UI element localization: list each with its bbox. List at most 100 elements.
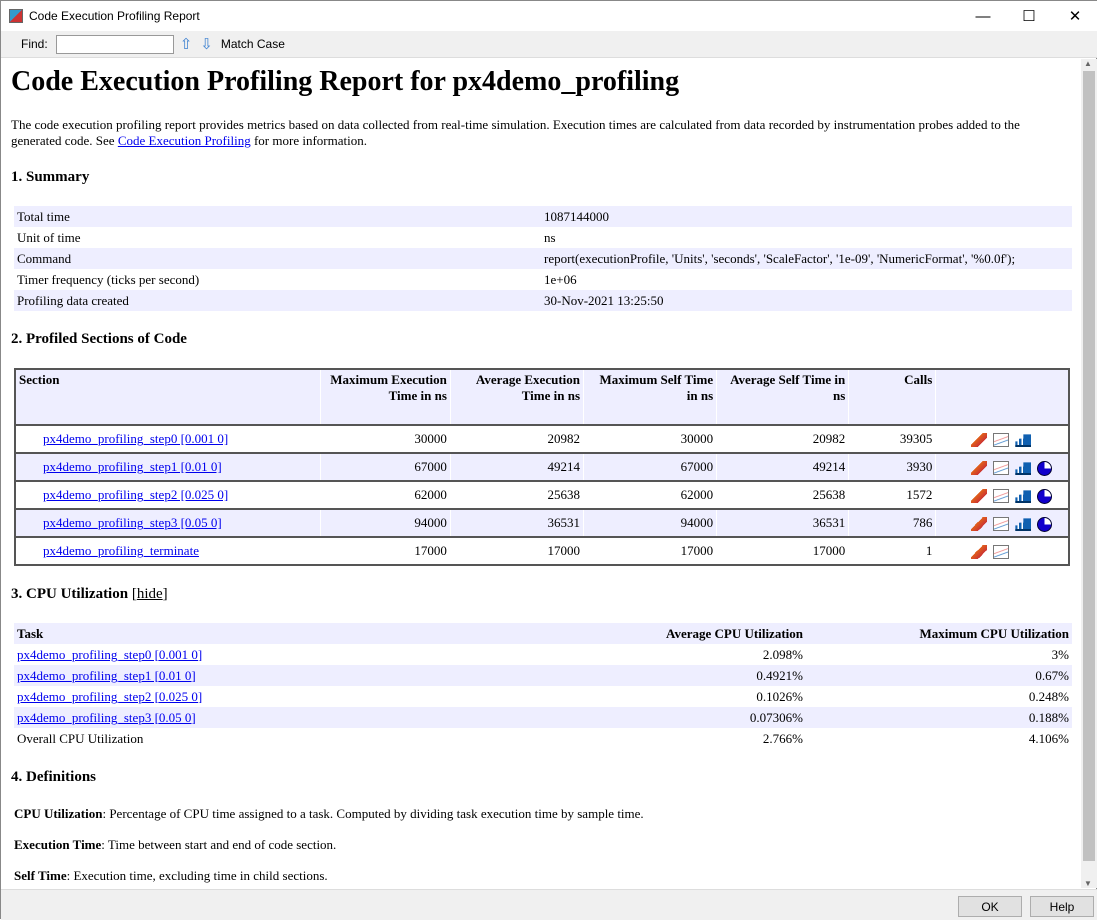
scroll-down-icon[interactable]: ▼ — [1084, 879, 1092, 888]
column-header: Average Execution Time in ns — [449, 368, 585, 426]
bar-chart-icon[interactable] — [1015, 490, 1032, 503]
window-title: Code Execution Profiling Report — [29, 9, 200, 23]
definition-text: : Percentage of CPU time assigned to a t… — [102, 806, 644, 821]
summary-row: Unit of time ns — [14, 227, 1072, 248]
task-label: Overall CPU Utilization — [17, 730, 144, 746]
matlab-icon[interactable] — [971, 461, 988, 475]
section-link[interactable]: px4demo_profiling_step3 [0.05 0] — [43, 515, 222, 530]
vertical-scrollbar[interactable]: ▲ ▼ — [1081, 59, 1097, 888]
bar-chart-icon[interactable] — [1015, 462, 1032, 475]
calls-cell: 3930 — [848, 452, 937, 482]
code-execution-profiling-link[interactable]: Code Execution Profiling — [118, 133, 251, 148]
avg-self-cell: 49214 — [716, 452, 850, 482]
title-bar: Code Execution Profiling Report — ☐ ✕ — [1, 1, 1097, 31]
line-plot-icon[interactable] — [993, 433, 1010, 447]
find-toolbar: Find: ⇧ ⇩ Match Case — [1, 31, 1097, 58]
column-header — [935, 368, 1070, 426]
column-header: Maximum Execution Time in ns — [319, 368, 451, 426]
column-header: Maximum CPU Utilization — [806, 623, 1072, 644]
avg-self-cell: 36531 — [716, 508, 850, 538]
matlab-icon[interactable] — [971, 517, 988, 531]
cpu-heading: 3. CPU Utilization [hide] — [11, 586, 168, 602]
summary-row: Command report(executionProfile, 'Units',… — [14, 248, 1072, 269]
definition-term: CPU Utilization — [14, 806, 103, 821]
max-cpu-cell: 0.188% — [1028, 709, 1069, 725]
section-link[interactable]: px4demo_profiling_step2 [0.025 0] — [43, 487, 228, 502]
intro-text-end: for more information. — [250, 133, 367, 148]
line-plot-icon[interactable] — [993, 489, 1010, 503]
summary-label: Timer frequency (ticks per second) — [17, 271, 200, 287]
section-link[interactable]: px4demo_profiling_step1 [0.01 0] — [43, 459, 222, 474]
minimize-button[interactable]: — — [960, 1, 1006, 31]
cpu-utilization-table: Task Average CPU Utilization Maximum CPU U… — [14, 623, 1072, 749]
max-self-cell: 94000 — [583, 508, 718, 538]
summary-row: Profiling data created 30-Nov-2021 13:25:… — [14, 290, 1072, 311]
avg-exec-cell: 20982 — [449, 424, 585, 454]
table-row: px4demo_profiling_step0 [0.001 0] 2.098% 3… — [14, 644, 1072, 665]
task-link[interactable]: px4demo_profiling_step2 [0.025 0] — [17, 689, 202, 704]
table-row: px4demo_profiling_step0 [0.001 0] 30000 2… — [14, 424, 1070, 454]
ok-button[interactable]: OK — [958, 896, 1022, 917]
find-input[interactable] — [55, 34, 174, 54]
page-title: Code Execution Profiling Report for px4d… — [11, 66, 680, 97]
table-row: px4demo_profiling_step3 [0.05 0] 0.07306%… — [14, 707, 1072, 728]
match-case-toggle[interactable]: Match Case — [221, 37, 285, 51]
definition-text: : Execution time, excluding time in chil… — [66, 868, 328, 883]
task-link[interactable]: px4demo_profiling_step1 [0.01 0] — [17, 668, 196, 683]
max-cpu-cell: 0.67% — [1035, 667, 1069, 683]
summary-label: Unit of time — [17, 229, 81, 245]
column-header: Section — [14, 368, 321, 426]
summary-label: Profiling data created — [17, 292, 129, 308]
section-link[interactable]: px4demo_profiling_step0 [0.001 0] — [43, 431, 228, 446]
calls-cell: 1572 — [848, 480, 937, 510]
table-row: px4demo_profiling_step1 [0.01 0] 0.4921% 0… — [14, 665, 1072, 686]
hide-link[interactable]: hide — [137, 586, 163, 602]
max-self-cell: 62000 — [583, 480, 718, 510]
app-icon — [9, 9, 23, 23]
scrollbar-thumb[interactable] — [1083, 71, 1095, 861]
avg-cpu-cell: 2.766% — [762, 730, 803, 746]
summary-value: 1e+06 — [544, 271, 577, 287]
matlab-icon[interactable] — [971, 489, 988, 503]
column-header: Maximum Self Time in ns — [583, 368, 718, 426]
summary-value: 1087144000 — [544, 208, 609, 224]
calls-cell: 786 — [848, 508, 937, 538]
line-plot-icon[interactable] — [993, 517, 1010, 531]
sections-heading: 2. Profiled Sections of Code — [11, 331, 187, 347]
table-row: px4demo_profiling_step3 [0.05 0] 94000 36… — [14, 508, 1070, 538]
pie-chart-icon[interactable] — [1037, 461, 1053, 476]
arrow-up-icon[interactable]: ⇧ — [180, 35, 193, 53]
bar-chart-icon[interactable] — [1015, 434, 1032, 447]
definition-text: : Time between start and end of code sec… — [101, 837, 337, 852]
max-exec-cell: 30000 — [319, 424, 451, 454]
scroll-up-icon[interactable]: ▲ — [1084, 59, 1092, 68]
pie-chart-icon[interactable] — [1037, 517, 1053, 532]
definition-item: Execution Time: Time between start and e… — [14, 837, 1071, 853]
summary-label: Total time — [17, 208, 70, 224]
line-plot-icon[interactable] — [993, 545, 1010, 559]
matlab-icon[interactable] — [971, 433, 988, 447]
task-link[interactable]: px4demo_profiling_step0 [0.001 0] — [17, 647, 202, 662]
summary-value: report(executionProfile, 'Units', 'secon… — [544, 250, 1016, 266]
maximize-button[interactable]: ☐ — [1006, 1, 1052, 31]
calls-cell: 39305 — [848, 424, 937, 454]
matlab-icon[interactable] — [971, 545, 988, 559]
help-button[interactable]: Help — [1030, 896, 1094, 917]
calls-cell: 1 — [848, 536, 937, 566]
avg-exec-cell: 49214 — [449, 452, 585, 482]
close-button[interactable]: ✕ — [1052, 1, 1097, 31]
arrow-down-icon[interactable]: ⇩ — [200, 35, 213, 53]
bar-chart-icon[interactable] — [1015, 518, 1032, 531]
definition-item: Self Time: Execution time, excluding tim… — [14, 868, 1071, 884]
column-header: Task — [14, 623, 541, 644]
window: Code Execution Profiling Report — ☐ ✕ Fi… — [0, 0, 1097, 920]
avg-self-cell: 20982 — [716, 424, 850, 454]
table-row: Overall CPU Utilization 2.766% 4.106% — [14, 728, 1072, 749]
max-cpu-cell: 0.248% — [1028, 688, 1069, 704]
pie-chart-icon[interactable] — [1037, 489, 1053, 504]
line-plot-icon[interactable] — [993, 461, 1010, 475]
task-link[interactable]: px4demo_profiling_step3 [0.05 0] — [17, 710, 196, 725]
summary-label: Command — [17, 250, 72, 266]
max-exec-cell: 67000 — [319, 452, 451, 482]
section-link[interactable]: px4demo_profiling_terminate — [43, 543, 199, 558]
